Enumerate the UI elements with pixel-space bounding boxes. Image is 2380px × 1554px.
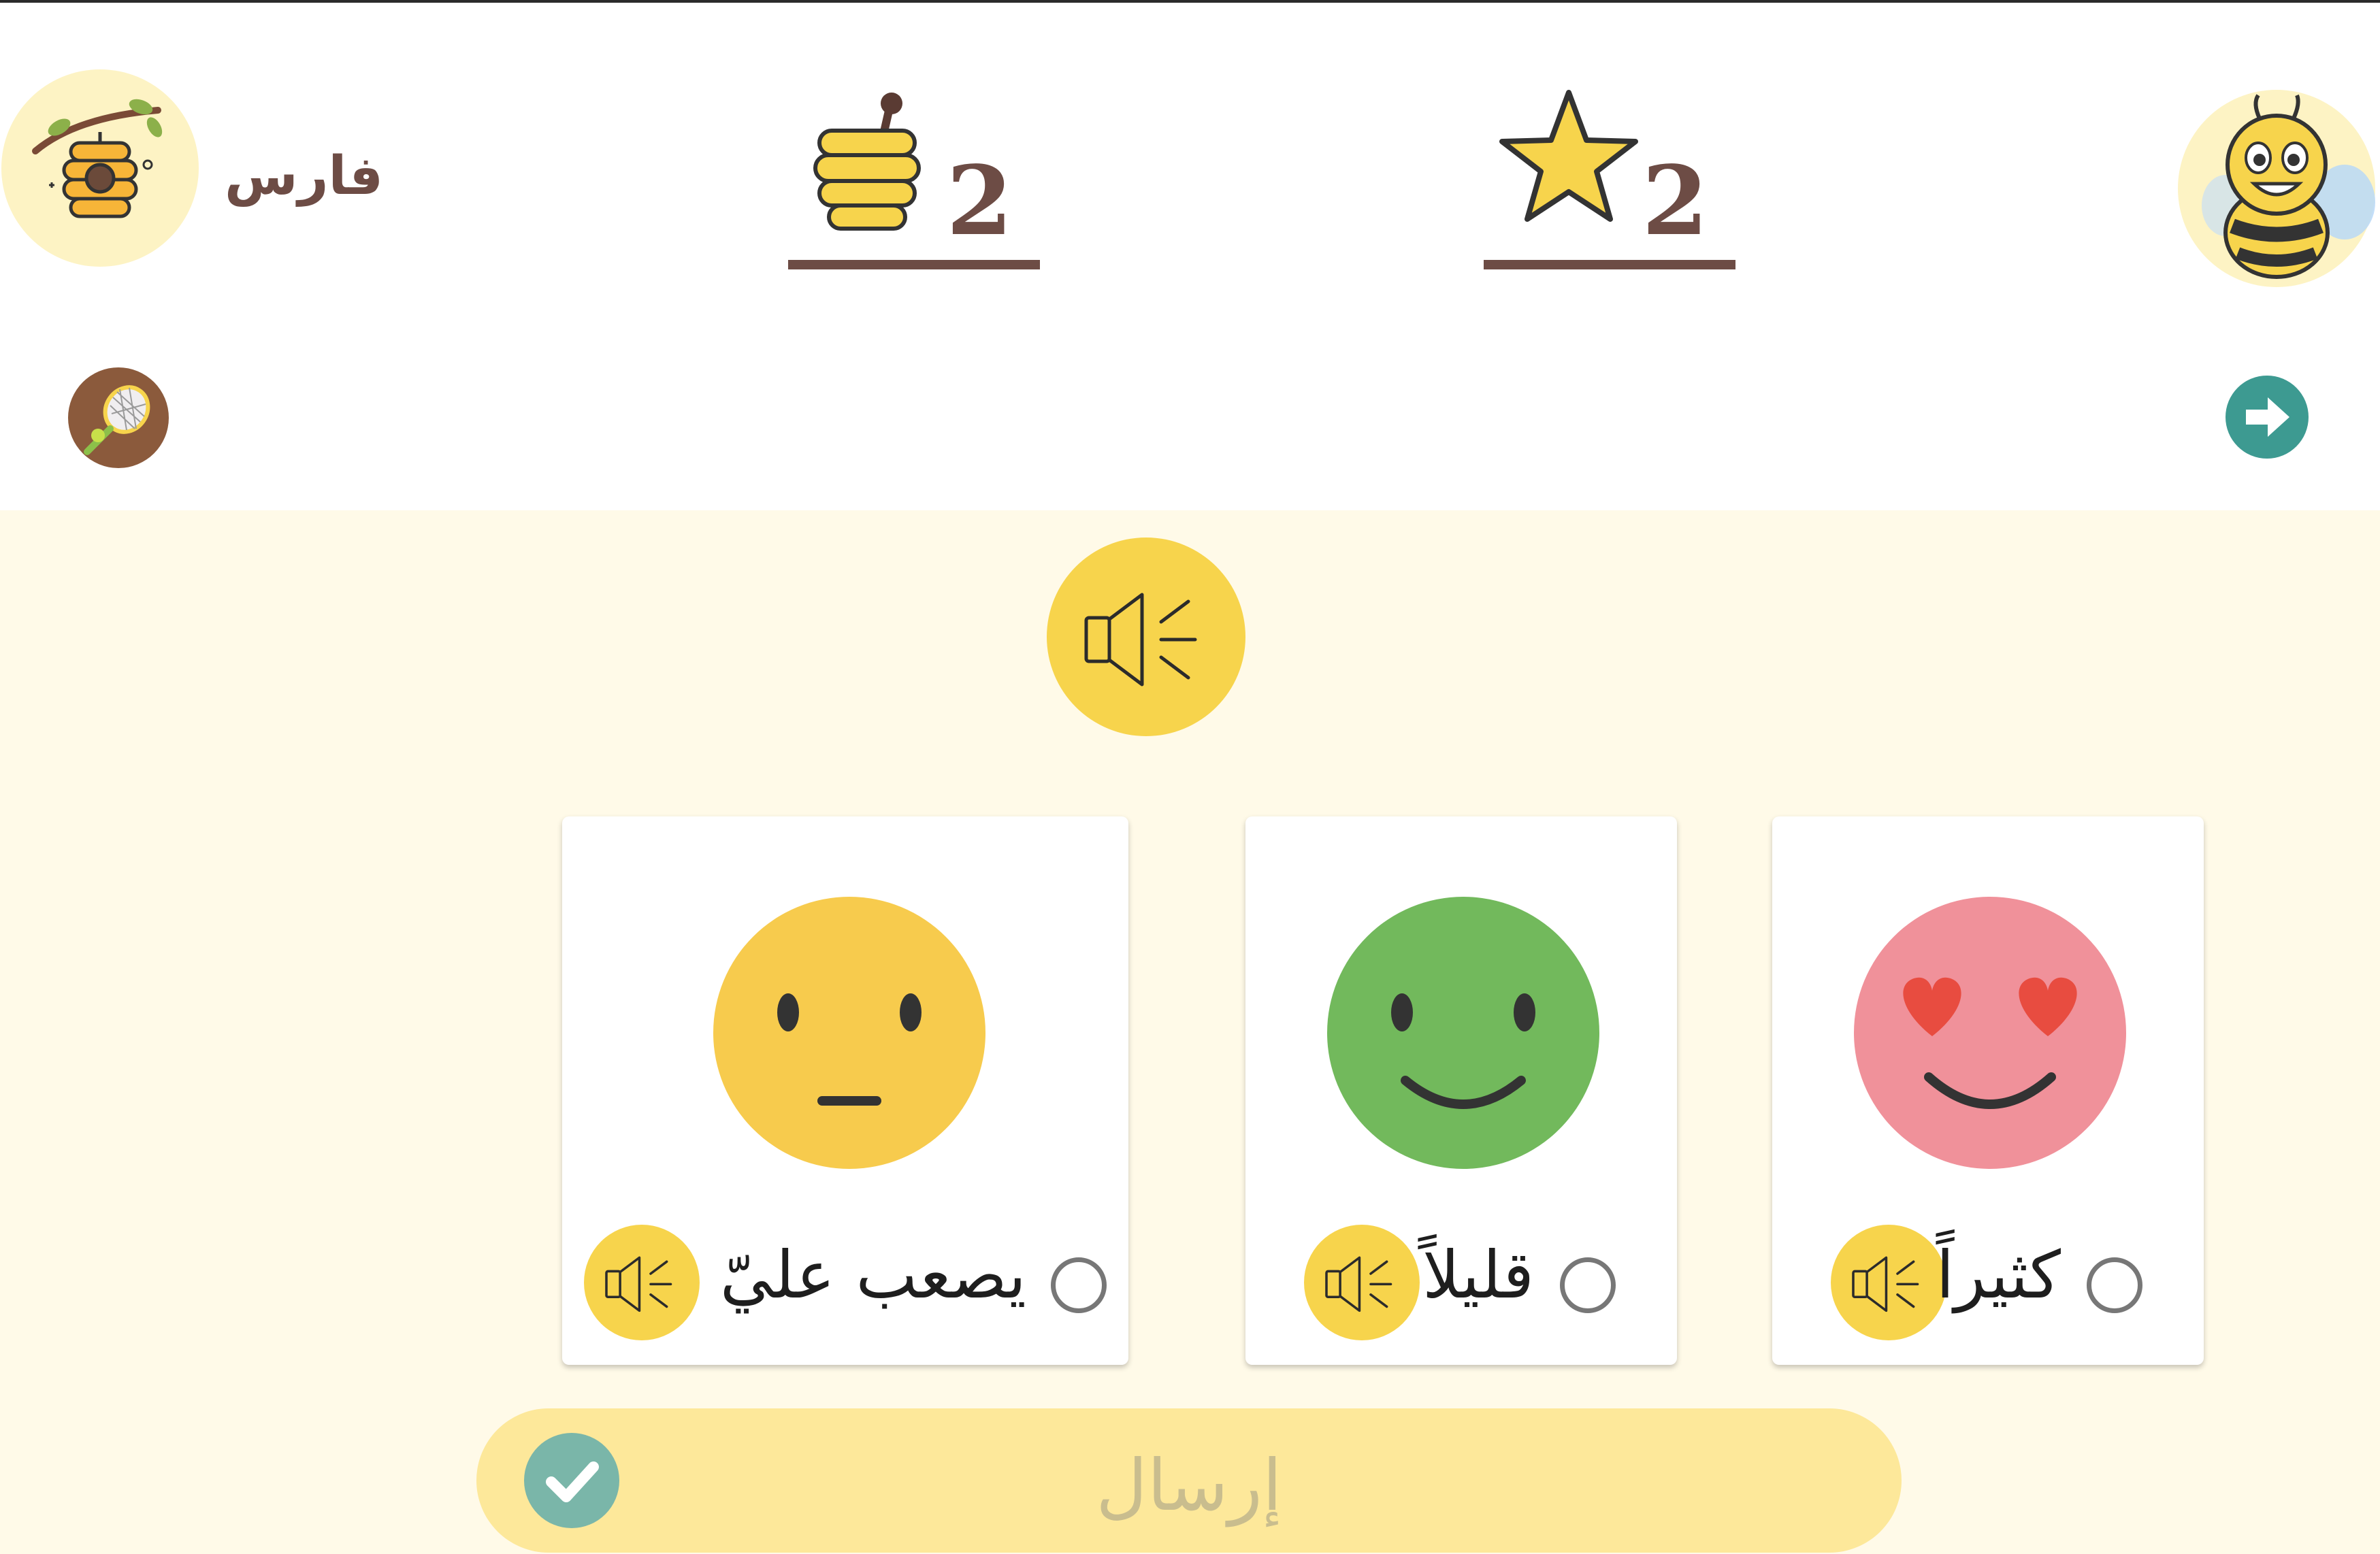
smile-face-icon (1327, 897, 1599, 1169)
star-icon (1499, 90, 1638, 222)
user-name: فارس (225, 146, 383, 207)
star-count: 2 (1642, 146, 1708, 257)
question-audio-button[interactable] (1047, 538, 1245, 736)
option-card-hard[interactable]: يصعب عليّ (562, 816, 1128, 1365)
honey-pot-icon (813, 93, 921, 231)
submit-button[interactable]: إرسال (476, 1408, 1902, 1553)
beehive-avatar[interactable] (1, 69, 199, 267)
option-row: كثيراً (1772, 1225, 2204, 1340)
star-underline (1484, 260, 1735, 269)
header: فارس 2 2 (0, 3, 2380, 510)
heart-eyes-face-icon (1854, 897, 2126, 1169)
option-audio-button[interactable] (584, 1225, 700, 1340)
arrow-right-icon (2246, 397, 2289, 437)
next-button[interactable] (2226, 376, 2309, 459)
honey-count: 2 (946, 146, 1013, 257)
option-card-little[interactable]: قليلاً (1245, 816, 1677, 1365)
neutral-face-icon (713, 897, 985, 1169)
speaker-icon (1852, 1256, 1919, 1312)
bee-avatar[interactable] (2178, 90, 2375, 287)
submit-label: إرسال (1096, 1444, 1282, 1527)
honey-counter: 2 (788, 84, 1040, 269)
option-audio-button[interactable] (1304, 1225, 1420, 1340)
option-label: كثيراً (1936, 1237, 2061, 1313)
option-radio[interactable] (1051, 1257, 1107, 1313)
option-label: يصعب عليّ (719, 1237, 1026, 1313)
star-counter: 2 (1484, 84, 1735, 269)
option-card-much[interactable]: كثيراً (1772, 816, 2204, 1365)
tennis-racket-icon (84, 385, 150, 455)
option-radio[interactable] (1560, 1257, 1616, 1313)
bee-mascot-icon (2202, 94, 2375, 279)
speaker-icon (1325, 1256, 1392, 1312)
option-radio[interactable] (2087, 1257, 2142, 1313)
option-row: يصعب عليّ (562, 1225, 1128, 1340)
speaker-icon (605, 1256, 672, 1312)
racket-button[interactable] (68, 367, 169, 468)
speaker-icon (1084, 593, 1197, 687)
honey-underline (788, 260, 1040, 269)
option-label: قليلاً (1422, 1237, 1534, 1313)
option-audio-button[interactable] (1831, 1225, 1946, 1340)
beehive-icon (32, 99, 163, 218)
option-row: قليلاً (1245, 1225, 1677, 1340)
